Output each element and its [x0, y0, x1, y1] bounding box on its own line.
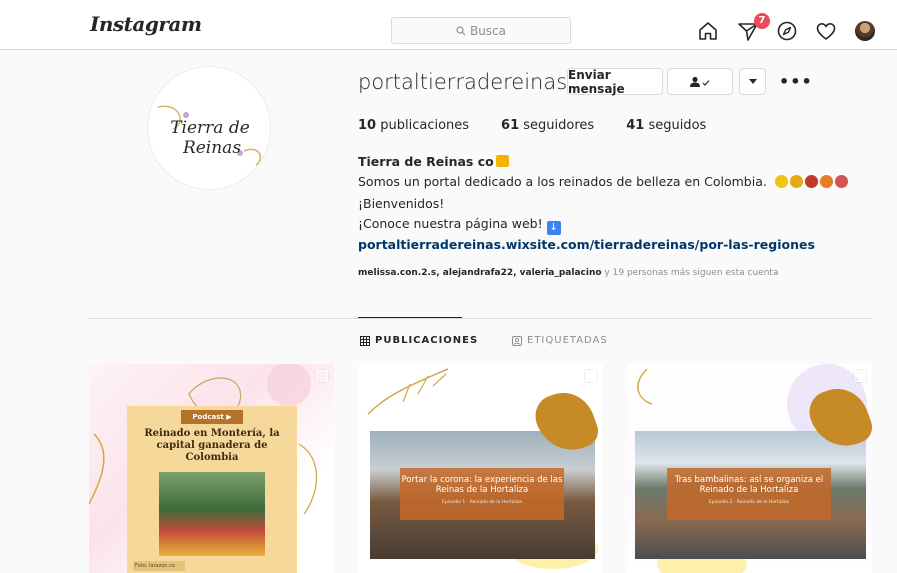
posts-count: 10 [358, 118, 377, 133]
photo-credit: Foto: larazon.co [133, 561, 185, 571]
post-caption-overlay: Portar la corona: la experiencia de las … [400, 468, 564, 520]
down-arrow-emoji-icon: ↓ [546, 221, 561, 235]
followed-by-rest: y 19 personas más siguen esta cuenta [604, 268, 779, 278]
grid-icon [360, 335, 370, 346]
post-title: Portar la corona: la experiencia de las … [401, 475, 563, 495]
caret-down-icon [748, 78, 757, 84]
profile-logo-image: Tierra de Reinas [157, 105, 262, 166]
followers-stat[interactable]: 61 seguidores [501, 118, 594, 133]
profile-bio: Tierra de Reinas co Somos un portal dedi… [358, 152, 850, 255]
tab-tagged-label: ETIQUETADAS [527, 335, 608, 346]
send-message-button[interactable]: Enviar mensaje [567, 68, 663, 96]
tabs-divider [88, 318, 873, 319]
podcast-pill: Podcast ▶ [181, 410, 243, 424]
suggestions-dropdown-button[interactable] [739, 68, 766, 95]
following-count: 41 [626, 118, 645, 133]
search-input[interactable]: Busca [391, 17, 571, 44]
following-label: seguidos [648, 118, 707, 133]
tagged-user-icon [512, 335, 522, 346]
bio-website-link[interactable]: portaltierradereinas.wixsite.com/tierrad… [358, 235, 850, 255]
emoji-group-icon [774, 174, 850, 194]
more-options-button[interactable]: ••• [779, 72, 813, 91]
profile-logo-text-line1: Tierra de [170, 118, 250, 138]
bio-name: Tierra de Reinas co [358, 154, 494, 169]
crown-emoji-icon [495, 155, 509, 167]
followed-by-users: melissa.con.2.s, alejandrafa22, valeria_… [358, 268, 602, 278]
post-subtitle: Episodio 1 - Reinado de la Hortaliza [442, 500, 522, 505]
followers-label: seguidores [523, 118, 595, 133]
instagram-logo[interactable]: Instagram [90, 12, 202, 36]
carousel-icon [854, 370, 866, 382]
profile-username: portaltierradereinas [358, 70, 568, 94]
top-nav-bar: Instagram Busca 7 [0, 0, 897, 50]
activity-heart-icon[interactable] [815, 20, 837, 42]
post-thumbnail[interactable]: Portar la corona: la experiencia de las … [358, 364, 603, 573]
posts-label: publicaciones [380, 118, 470, 133]
carousel-icon [316, 370, 328, 382]
post-caption-overlay: Tras bambalinas: así se organiza el Rein… [667, 468, 831, 520]
post-title: Tras bambalinas: así se organiza el Rein… [674, 475, 824, 495]
tab-publications[interactable]: PUBLICACIONES [360, 335, 478, 346]
post-photo [159, 472, 265, 556]
tab-tagged[interactable]: ETIQUETADAS [512, 335, 608, 346]
user-avatar[interactable] [855, 21, 875, 41]
profile-logo-text-line2: Reinas [182, 138, 241, 158]
search-icon [456, 25, 466, 35]
explore-compass-icon[interactable] [776, 20, 798, 42]
profile-picture[interactable]: Tierra de Reinas [147, 66, 271, 190]
home-icon[interactable] [697, 20, 719, 42]
followed-by-text[interactable]: melissa.con.2.s, alejandrafa22, valeria_… [358, 268, 778, 278]
post-title: Reinado en Montería, la capital ganadera… [144, 428, 280, 463]
post-thumbnail[interactable]: Podcast ▶ Reinado en Montería, la capita… [89, 364, 334, 573]
following-button[interactable] [667, 68, 733, 95]
search-placeholder: Busca [469, 23, 507, 38]
following-stat[interactable]: 41 seguidos [626, 118, 706, 133]
active-tab-indicator [358, 317, 462, 318]
post-subtitle: Episodio 2 - Reinado de la Hortaliza [709, 500, 789, 505]
bio-line-3: ¡Conoce nuestra página web! [358, 216, 543, 231]
post-card: Podcast ▶ Reinado en Montería, la capita… [127, 406, 297, 573]
followers-count: 61 [501, 118, 520, 133]
person-check-icon [690, 76, 710, 87]
notification-badge: 7 [754, 13, 770, 29]
posts-stat: 10 publicaciones [358, 118, 469, 133]
bio-line-1: Somos un portal dedicado a los reinados … [358, 174, 767, 189]
bio-line-2: ¡Bienvenidos! [358, 196, 445, 211]
profile-stats: 10 publicaciones 61 seguidores 41 seguid… [358, 118, 706, 133]
carousel-icon [585, 370, 597, 382]
post-thumbnail[interactable]: Tras bambalinas: así se organiza el Rein… [627, 364, 872, 573]
tab-publications-label: PUBLICACIONES [375, 335, 479, 346]
